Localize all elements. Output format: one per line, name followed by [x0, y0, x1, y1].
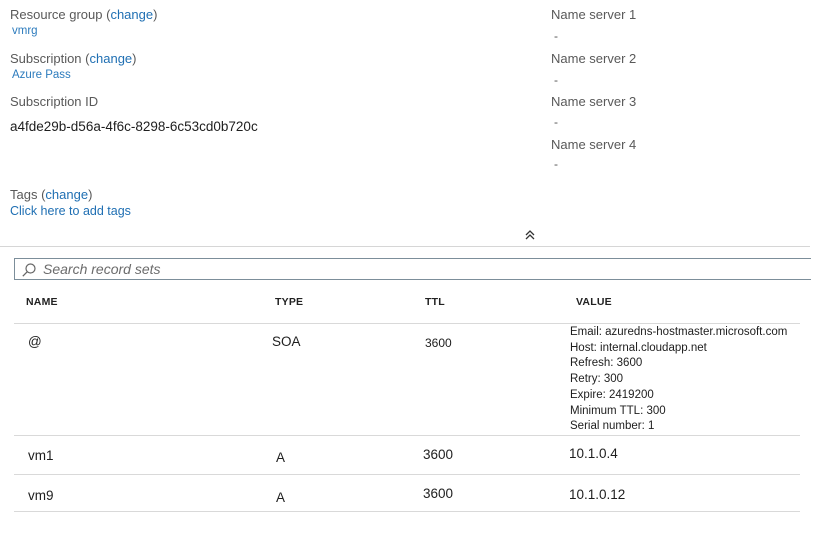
record-name: vm9 [28, 488, 54, 503]
double-chevron-up-icon [525, 230, 535, 240]
record-ttl: 3600 [423, 447, 454, 462]
subscription-label: Subscription (change) [10, 51, 137, 66]
record-type: A [276, 490, 286, 505]
record-value: 10.1.0.4 [569, 446, 618, 461]
tags-change-link[interactable]: change [45, 187, 88, 202]
column-header-type[interactable]: TYPE [275, 296, 303, 308]
subscription-id-value: a4fde29b-d56a-4f6c-8298-6c53cd0b720c [10, 119, 258, 134]
row-divider [14, 474, 800, 475]
collapse-essentials-button[interactable] [523, 228, 537, 242]
resource-group-label: Resource group (change) [10, 7, 158, 22]
record-ttl: 3600 [425, 336, 452, 350]
record-type: SOA [272, 334, 301, 349]
add-tags-link[interactable]: Click here to add tags [10, 204, 131, 218]
header-divider [14, 323, 800, 324]
search-icon [22, 263, 36, 277]
record-type: A [276, 450, 286, 465]
essentials-divider [0, 246, 810, 247]
column-header-value[interactable]: VALUE [576, 296, 612, 308]
soa-serial-number: Serial number: 1 [570, 420, 655, 433]
subscription-value-link[interactable]: Azure Pass [12, 69, 71, 81]
soa-email: Email: azuredns-hostmaster.microsoft.com [570, 326, 788, 338]
name-server-3-label: Name server 3 [551, 94, 637, 109]
soa-host: Host: internal.cloudapp.net [570, 341, 707, 354]
column-header-name[interactable]: NAME [26, 296, 58, 308]
name-server-4-label: Name server 4 [551, 137, 637, 152]
soa-refresh: Refresh: 3600 [570, 357, 643, 370]
name-server-2-value: - [554, 73, 558, 87]
name-server-1-label: Name server 1 [551, 7, 637, 22]
search-record-sets-box[interactable] [14, 258, 811, 280]
soa-expire: Expire: 2419200 [570, 388, 654, 401]
column-header-ttl[interactable]: TTL [425, 296, 445, 308]
resource-group-label-text: Resource group [10, 7, 103, 22]
name-server-1-value: - [554, 29, 558, 43]
subscription-change-link[interactable]: change [90, 51, 133, 66]
search-record-sets-input[interactable] [43, 259, 803, 279]
subscription-id-label: Subscription ID [10, 94, 99, 109]
record-ttl: 3600 [423, 486, 454, 501]
record-name: vm1 [28, 448, 54, 463]
row-divider [14, 511, 800, 512]
resource-group-change-link[interactable]: change [110, 7, 153, 22]
soa-retry: Retry: 300 [570, 373, 624, 386]
name-server-3-value: - [554, 115, 558, 129]
subscription-label-text: Subscription [10, 51, 82, 66]
record-value: Email: azuredns-hostmaster.microsoft.com… [570, 325, 787, 435]
name-server-4-value: - [554, 157, 558, 171]
tags-label-text: Tags [10, 187, 38, 202]
name-server-2-label: Name server 2 [551, 51, 637, 66]
tags-label: Tags (change) [10, 187, 93, 202]
resource-group-value-link[interactable]: vmrg [12, 25, 38, 37]
record-name: @ [28, 334, 42, 349]
soa-minimum-ttl: Minimum TTL: 300 [570, 404, 666, 417]
record-value: 10.1.0.12 [569, 487, 626, 502]
row-divider [14, 435, 800, 436]
